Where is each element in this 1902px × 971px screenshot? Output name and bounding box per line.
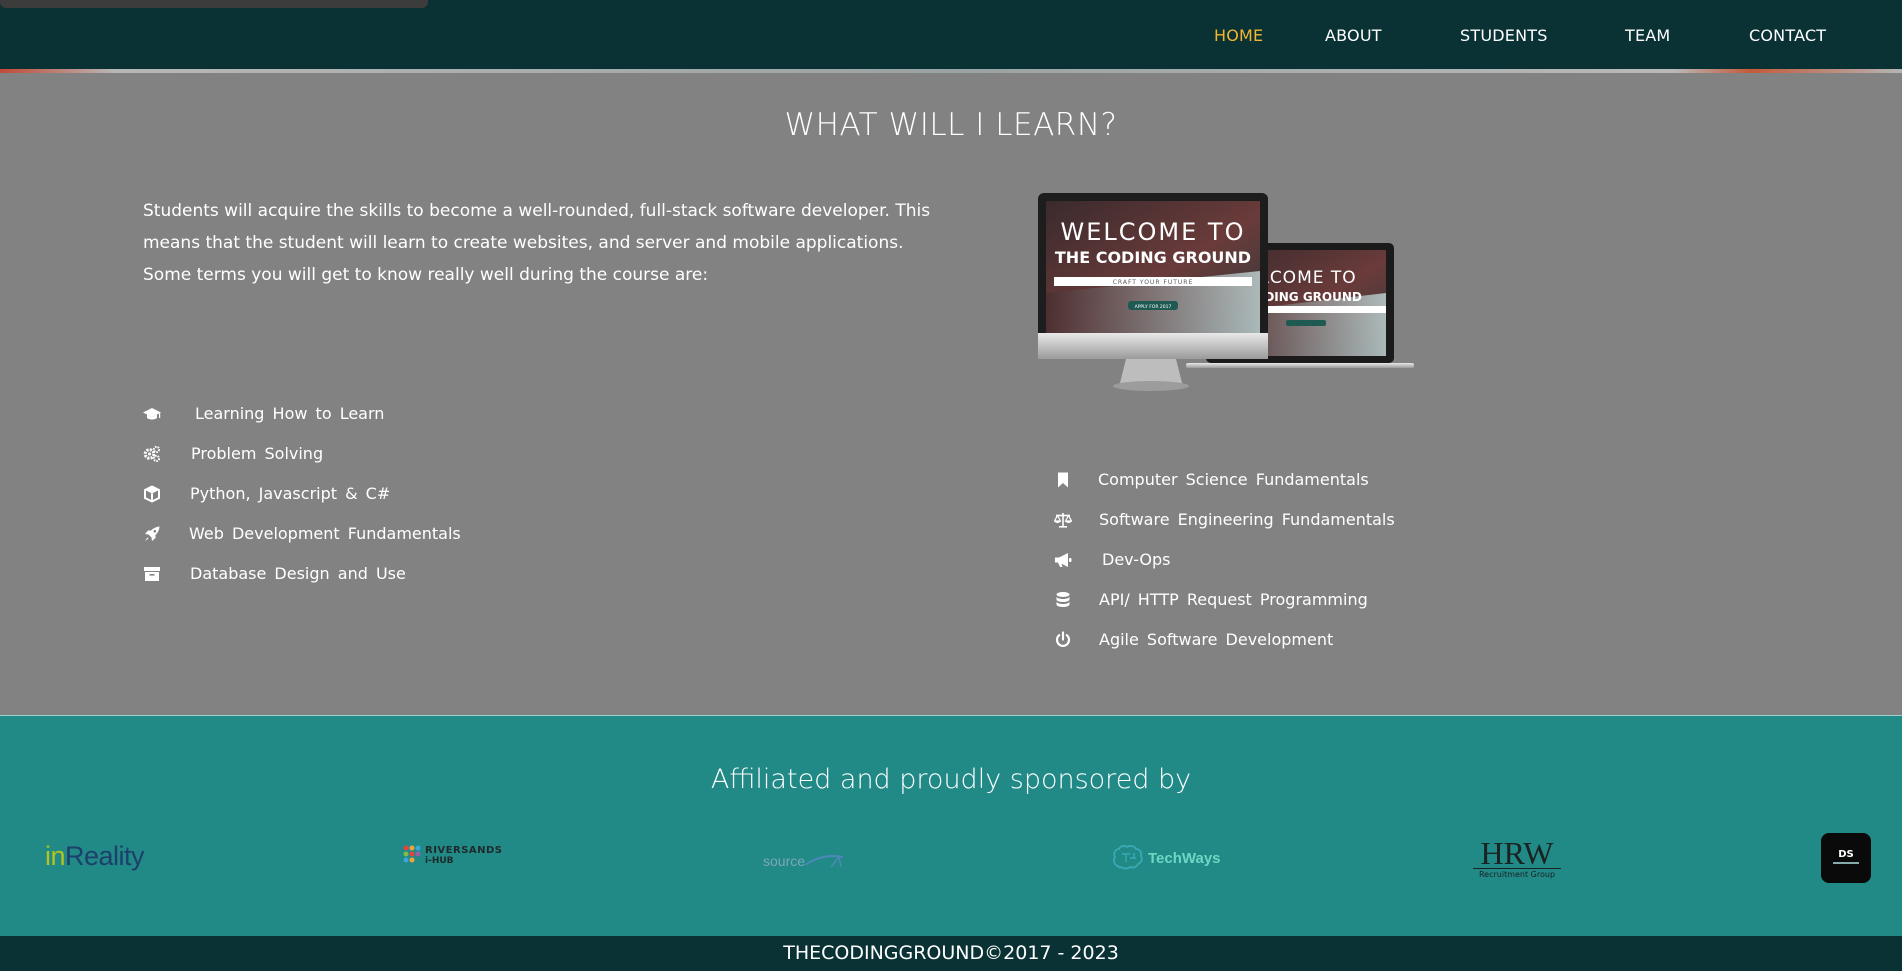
devices-mockup-image: LCOME TO ODING GROUND WELCOME TO THE COD… — [1038, 193, 1414, 391]
bookmark-icon — [1058, 472, 1068, 488]
nav-team-link[interactable]: TEAM — [1625, 26, 1670, 45]
nav-home-link[interactable]: HOME — [1214, 26, 1263, 45]
list-item-label: Learning How to Learn — [195, 404, 385, 423]
brain-icon — [1113, 845, 1143, 870]
bullhorn-icon — [1055, 553, 1072, 567]
inreality-logo[interactable]: inReality — [45, 841, 145, 872]
list-item-label: Agile Software Development — [1099, 630, 1334, 649]
list-item-label: Python, Javascript & C# — [190, 484, 391, 503]
power-icon — [1055, 631, 1071, 647]
header-divider — [0, 69, 1902, 73]
source-logo[interactable]: source — [763, 851, 844, 870]
graduation-cap-icon — [143, 408, 161, 420]
cogs-icon — [143, 445, 161, 463]
hrw-logo[interactable]: HRW Recruitment Group — [1473, 837, 1561, 879]
rocket-icon — [145, 526, 160, 541]
section-title: WHAT WILL I LEARN? — [784, 107, 1118, 143]
database-icon — [1056, 592, 1070, 607]
intro-paragraph: Students will acquire the skills to beco… — [143, 201, 931, 285]
list-item-label: Problem Solving — [191, 444, 324, 463]
riversands-mark-icon — [403, 845, 421, 863]
top-navbar: HOME ABOUT STUDENTS TEAM CONTACT — [0, 0, 1902, 73]
ds-logo[interactable]: DS — [1821, 833, 1871, 883]
svg-text:WELCOME TO: WELCOME TO — [1061, 218, 1246, 246]
list-item-label: Web Development Fundamentals — [189, 524, 461, 543]
svg-text:LCOME TO: LCOME TO — [1259, 268, 1356, 288]
nav-contact-link[interactable]: CONTACT — [1749, 26, 1826, 45]
footer: THECODINGGROUND©2017 - 2023 — [0, 936, 1902, 971]
svg-text:CRAFT YOUR FUTURE: CRAFT YOUR FUTURE — [1113, 279, 1194, 286]
sponsors-title: Affiliated and proudly sponsored by — [710, 764, 1192, 795]
sponsors-section: Affiliated and proudly sponsored by inRe… — [0, 715, 1902, 937]
loading-bar — [0, 0, 428, 8]
archive-icon — [144, 567, 160, 581]
list-item-label: Software Engineering Fundamentals — [1099, 510, 1395, 529]
source-swoosh-icon — [804, 855, 844, 868]
learn-section: WHAT WILL I LEARN? Students will acquire… — [0, 77, 1902, 715]
list-item-label: Database Design and Use — [190, 564, 406, 583]
list-item-label: Computer Science Fundamentals — [1098, 470, 1369, 489]
cube-icon — [144, 485, 160, 503]
list-item-label: Dev-Ops — [1102, 550, 1171, 569]
svg-text:APPLY FOR 2017: APPLY FOR 2017 — [1135, 304, 1172, 310]
nav-students-link[interactable]: STUDENTS — [1460, 26, 1548, 45]
svg-text:THE CODING GROUND: THE CODING GROUND — [1055, 248, 1251, 267]
svg-text:ODING GROUND: ODING GROUND — [1254, 290, 1362, 304]
balance-scale-icon — [1054, 513, 1072, 528]
nav-about-link[interactable]: ABOUT — [1325, 26, 1382, 45]
copyright-text: THECODINGGROUND©2017 - 2023 — [783, 942, 1119, 964]
list-item-label: API/ HTTP Request Programming — [1099, 590, 1368, 609]
